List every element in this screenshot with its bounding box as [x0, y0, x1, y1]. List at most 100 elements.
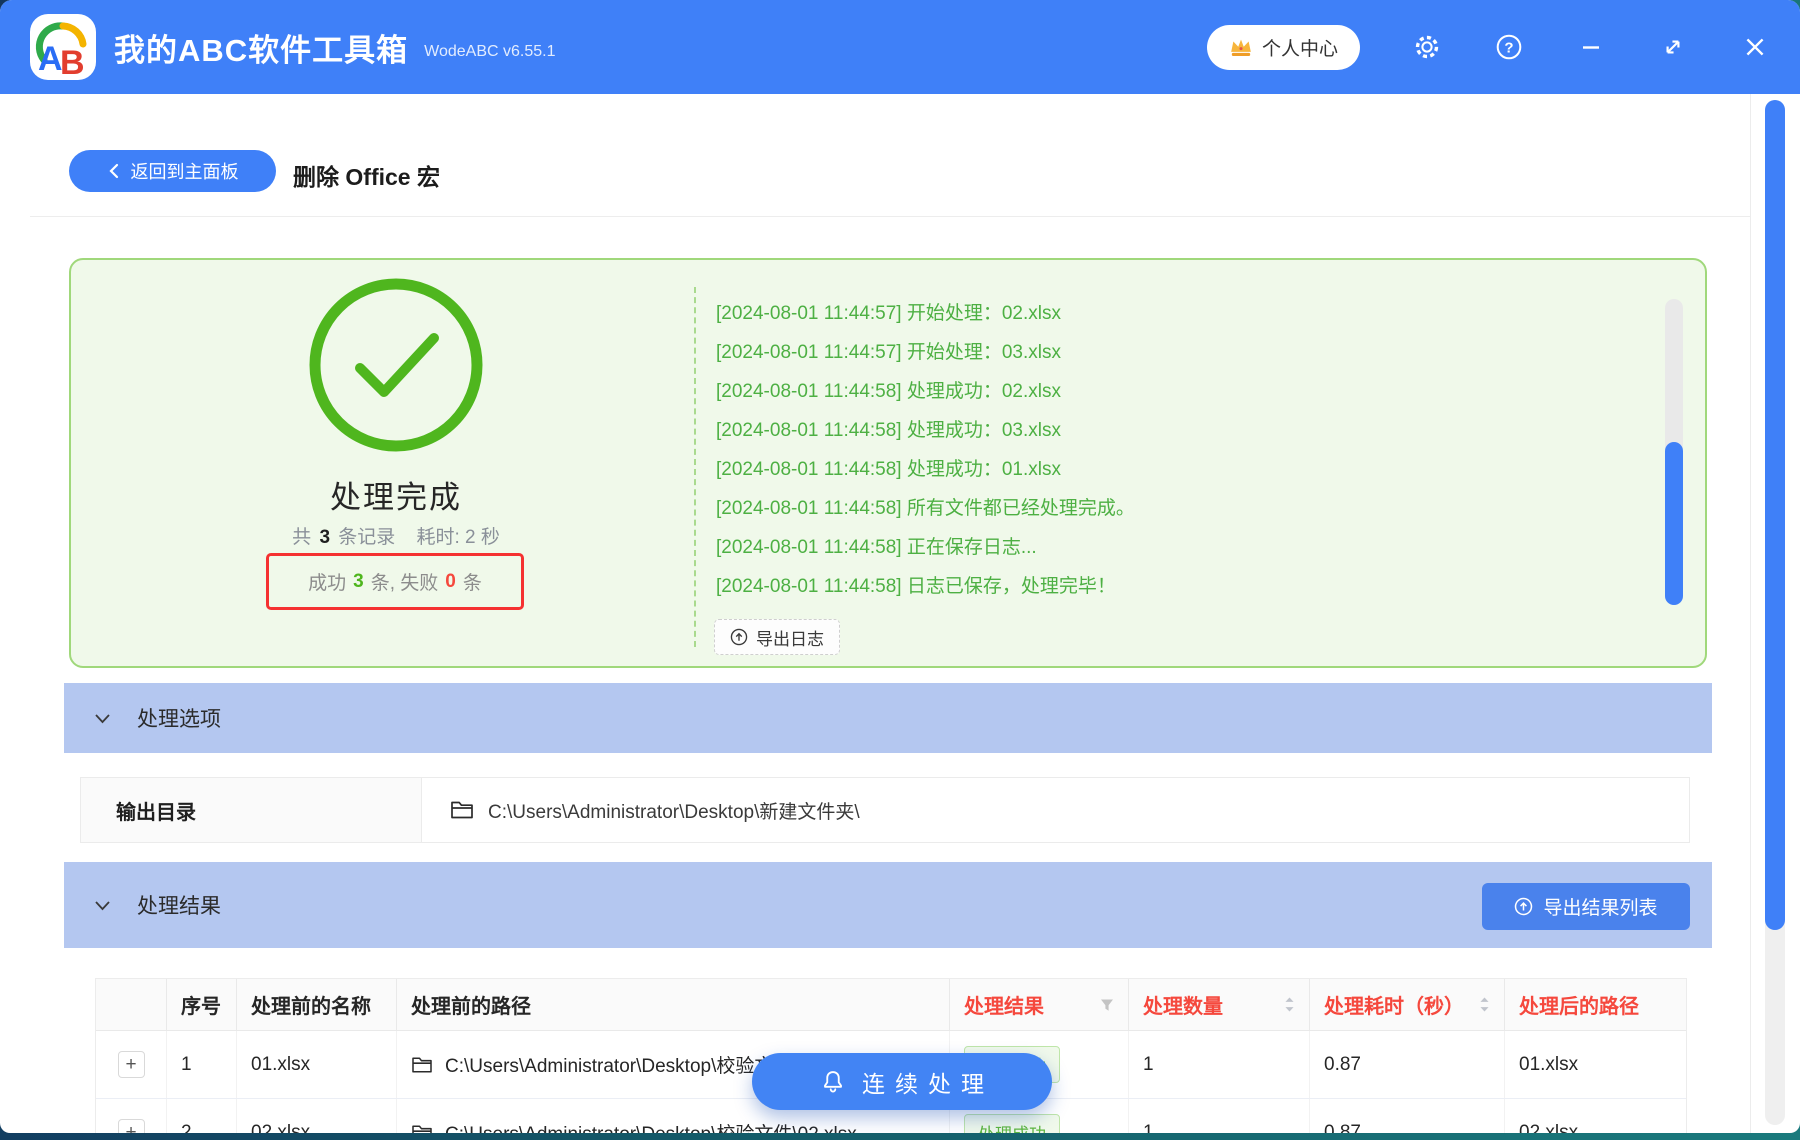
sort-carets-icon[interactable] — [1284, 997, 1295, 1012]
close-icon — [1746, 38, 1764, 56]
sort-carets-icon[interactable] — [1479, 997, 1490, 1012]
gear-icon — [1415, 35, 1439, 59]
summary-total-count: 3 — [319, 527, 331, 548]
log-scrollbar-thumb[interactable] — [1665, 442, 1683, 605]
header-index: 序号 — [167, 979, 237, 1030]
cell-path-after: 01.xlsx — [1519, 1053, 1579, 1075]
result-panel: 处理完成 共 3 条记录 耗时: 2 秒 成功 3 条, 失败 0 条 [202… — [69, 258, 1707, 668]
header-elapsed[interactable]: 处理耗时（秒） — [1310, 979, 1505, 1030]
log-line: [2024-08-01 11:44:58] 正在保存日志... — [716, 537, 1037, 558]
header-divider — [30, 216, 1750, 217]
status-badge: 处理成功 — [964, 1114, 1060, 1133]
summary-elapsed: 耗时: 2 秒 — [416, 527, 500, 548]
results-section-title: 处理结果 — [137, 895, 221, 918]
log-line: [2024-08-01 11:44:58] 处理成功：01.xlsx — [716, 459, 1061, 480]
highlight-tail-label: 条 — [462, 573, 482, 594]
log-line: [2024-08-01 11:44:58] 处理成功：03.xlsx — [716, 420, 1061, 441]
output-dir-value: C:\Users\Administrator\Desktop\新建文件夹\ — [488, 801, 860, 823]
back-button-label: 返回到主面板 — [130, 162, 239, 182]
options-section-title: 处理选项 — [137, 708, 221, 731]
header-result[interactable]: 处理结果 — [950, 979, 1129, 1030]
highlight-success-count: 3 — [353, 570, 364, 592]
continue-processing-button[interactable]: 连续处理 — [752, 1053, 1052, 1110]
header-path-after: 处理后的路径 — [1519, 996, 1639, 1018]
resize-icon — [1666, 40, 1680, 54]
success-check-icon — [306, 275, 486, 455]
titlebar: A B 我的ABC软件工具箱 WodeABC v6.55.1 个人中心 ? — [0, 0, 1800, 94]
expand-row-button[interactable]: + — [117, 1051, 145, 1078]
output-dir-label: 输出目录 — [81, 778, 422, 842]
cell-count: 1 — [1129, 1031, 1310, 1098]
cell-index: 2 — [167, 1099, 237, 1133]
close-button[interactable] — [1740, 32, 1770, 62]
help-icon: ? — [1496, 34, 1522, 60]
folder-icon — [412, 1056, 432, 1073]
export-results-button[interactable]: 导出结果列表 — [1482, 883, 1690, 930]
status-title: 处理完成 — [330, 480, 462, 515]
highlight-fail-count: 0 — [445, 570, 456, 592]
app-version: WodeABC v6.55.1 — [424, 43, 556, 60]
header-elapsed-label: 处理耗时（秒） — [1324, 996, 1464, 1018]
back-to-main-button[interactable]: 返回到主面板 — [69, 150, 276, 192]
expand-row-button[interactable]: + — [117, 1119, 145, 1133]
cell-elapsed: 0.87 — [1310, 1099, 1505, 1133]
summary-total-prefix: 共 — [292, 527, 312, 548]
scrollbar-divider — [1750, 94, 1751, 1133]
cell-path-text: C:\Users\Administrator\Desktop\校验文件\02.x… — [445, 1119, 857, 1133]
export-results-label: 导出结果列表 — [1543, 898, 1658, 919]
resize-button[interactable] — [1658, 32, 1688, 62]
summary-total-suffix: 条记录 — [338, 527, 396, 548]
log-line: [2024-08-01 11:44:58] 处理成功：02.xlsx — [716, 381, 1061, 402]
highlight-between-label: 条, 失败 — [370, 573, 439, 594]
export-log-button[interactable]: 导出日志 — [714, 619, 840, 655]
crown-icon — [1231, 39, 1251, 56]
page-title: 删除 Office 宏 — [293, 164, 440, 190]
export-icon — [1515, 897, 1533, 916]
header-count-label: 处理数量 — [1143, 996, 1223, 1018]
summary-line: 共 3 条记录 耗时: 2 秒 — [146, 522, 646, 549]
bell-icon — [824, 1070, 842, 1092]
header-path-before: 处理前的路径 — [397, 979, 950, 1030]
cell-name-before: 02.xlsx — [237, 1099, 397, 1133]
ab-logo-icon: A B — [35, 22, 87, 80]
svg-text:A: A — [38, 40, 63, 78]
app-title: 我的ABC软件工具箱 — [114, 32, 409, 68]
output-dir-row: 输出目录 C:\Users\Administrator\Desktop\新建文件… — [80, 777, 1690, 843]
filter-icon[interactable] — [1100, 998, 1114, 1012]
table-header-row: 序号 处理前的名称 处理前的路径 处理结果 处理数量 处理耗时（秒） 处理后的路… — [96, 979, 1686, 1031]
log-line: [2024-08-01 11:44:58] 所有文件都已经处理完成。 — [716, 498, 1135, 519]
page-scrollbar-thumb[interactable] — [1765, 100, 1785, 930]
success-fail-highlight-box: 成功 3 条, 失败 0 条 — [266, 553, 524, 610]
folder-icon — [451, 801, 473, 819]
cell-name-before: 01.xlsx — [237, 1031, 397, 1098]
log-line: [2024-08-01 11:44:57] 开始处理：02.xlsx — [716, 303, 1061, 324]
output-dir-field[interactable]: C:\Users\Administrator\Desktop\新建文件夹\ — [422, 778, 1689, 842]
user-center-button[interactable]: 个人中心 — [1206, 24, 1360, 70]
chevron-down-icon — [95, 713, 110, 723]
export-icon — [730, 628, 748, 646]
export-log-label: 导出日志 — [756, 629, 824, 649]
chevron-down-icon — [95, 900, 110, 910]
app-logo: A B — [30, 14, 96, 80]
log-area: [2024-08-01 11:44:57] 开始处理：02.xlsx [2024… — [694, 287, 1574, 647]
minimize-icon — [1583, 46, 1599, 49]
header-expand — [96, 979, 167, 1030]
header-result-label: 处理结果 — [964, 996, 1044, 1018]
results-section-header[interactable]: 处理结果 导出结果列表 — [64, 862, 1712, 948]
cell-count: 1 — [1129, 1099, 1310, 1133]
app-window: A B 我的ABC软件工具箱 WodeABC v6.55.1 个人中心 ? 返回… — [0, 0, 1800, 1133]
folder-icon — [412, 1124, 432, 1133]
options-section-header[interactable]: 处理选项 — [64, 683, 1712, 753]
continue-button-label: 连续处理 — [862, 1070, 994, 1097]
help-button[interactable]: ? — [1494, 32, 1524, 62]
cell-elapsed: 0.87 — [1310, 1031, 1505, 1098]
highlight-success-label: 成功 — [308, 573, 347, 594]
user-center-label: 个人中心 — [1261, 38, 1338, 60]
chevron-left-icon — [108, 163, 118, 179]
minimize-button[interactable] — [1576, 32, 1606, 62]
settings-button[interactable] — [1412, 32, 1442, 62]
header-count[interactable]: 处理数量 — [1129, 979, 1310, 1030]
log-line: [2024-08-01 11:44:58] 日志已保存，处理完毕！ — [716, 576, 1116, 597]
svg-text:B: B — [60, 44, 85, 80]
svg-text:?: ? — [1504, 40, 1513, 57]
